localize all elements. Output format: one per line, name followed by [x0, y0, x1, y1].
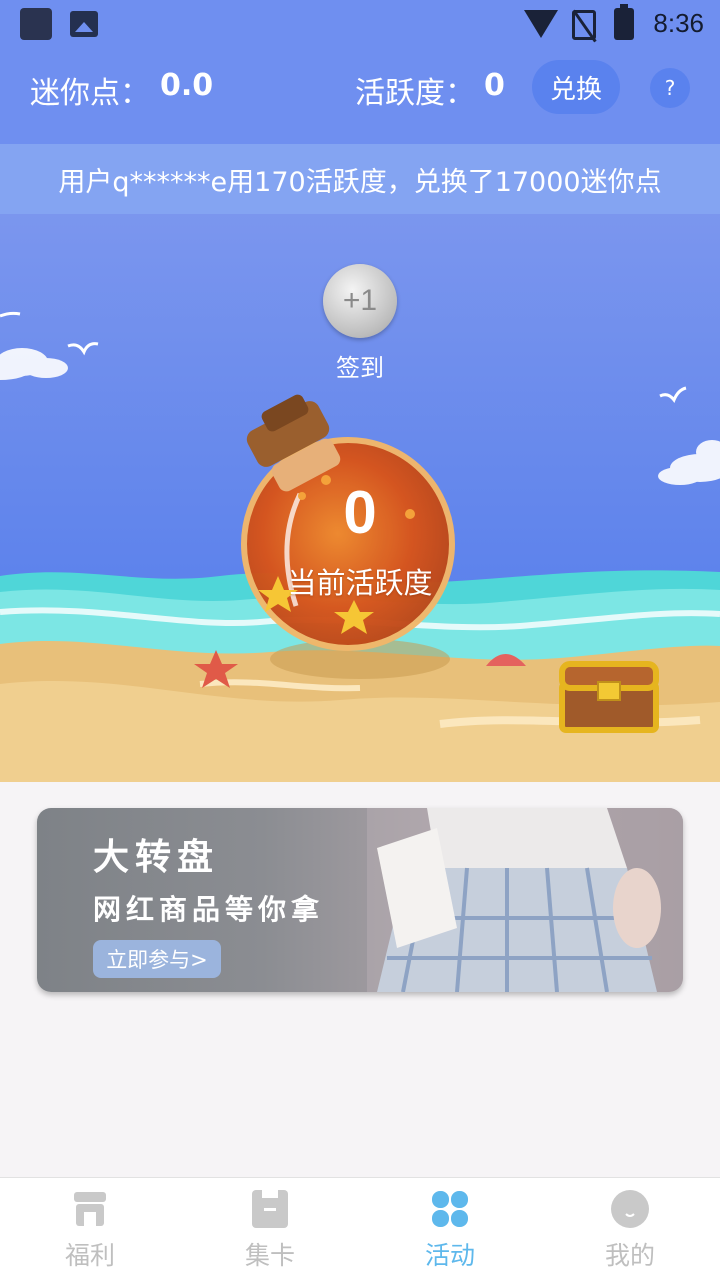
checkin-button[interactable]: +1 — [323, 264, 397, 338]
card-icon — [252, 1190, 288, 1228]
banner-subtitle: 网红商品等你拿 — [93, 893, 325, 926]
tab-mine[interactable]: 我的 — [540, 1178, 720, 1280]
activity-scene: +1 签到 0 当前活跃度 — [0, 214, 720, 782]
activity-value: 0 — [484, 68, 505, 103]
banner-title: 大转盘 — [93, 837, 220, 878]
banner-photo — [367, 808, 683, 992]
tab-label: 活动 — [424, 1241, 475, 1270]
tab-label: 集卡 — [244, 1241, 295, 1270]
clock: 8:36 — [653, 8, 704, 38]
wifi-icon — [524, 10, 558, 38]
mini-points-label: 迷你点： — [30, 76, 150, 111]
tab-label: 福利 — [64, 1241, 115, 1270]
clover-icon — [432, 1191, 468, 1227]
tab-welfare[interactable]: 福利 — [0, 1178, 180, 1280]
shop-icon — [74, 1192, 106, 1226]
join-now-button[interactable]: 立即参与> — [93, 940, 221, 978]
lucky-wheel-banner[interactable]: 大转盘 网红商品等你拿 立即参与> — [37, 808, 683, 992]
header: 迷你点： 0.0 活跃度： 0 兑换 ? — [0, 50, 720, 144]
status-bar: 8:36 — [0, 0, 720, 50]
image-icon — [70, 11, 98, 37]
no-sim-icon — [572, 10, 596, 40]
bottom-tab-bar: 福利 集卡 活动 我的 — [0, 1177, 720, 1280]
mini-points-value: 0.0 — [160, 68, 214, 103]
app-icon — [20, 8, 52, 40]
help-button[interactable]: ? — [650, 68, 690, 108]
battery-icon — [614, 4, 634, 40]
exchange-notice: 用户q******e用170活跃度，兑换了17000迷你点 — [0, 144, 720, 214]
profile-icon — [611, 1190, 649, 1228]
current-activity-value: 0 — [343, 479, 377, 546]
current-activity-label: 当前活跃度 — [287, 566, 433, 600]
checkin-label: 签到 — [336, 354, 384, 382]
tab-cards[interactable]: 集卡 — [180, 1178, 360, 1280]
tab-label: 我的 — [604, 1241, 655, 1270]
activity-label: 活跃度： — [355, 76, 475, 111]
tab-activity[interactable]: 活动 — [360, 1178, 540, 1280]
exchange-button[interactable]: 兑换 — [532, 60, 620, 114]
